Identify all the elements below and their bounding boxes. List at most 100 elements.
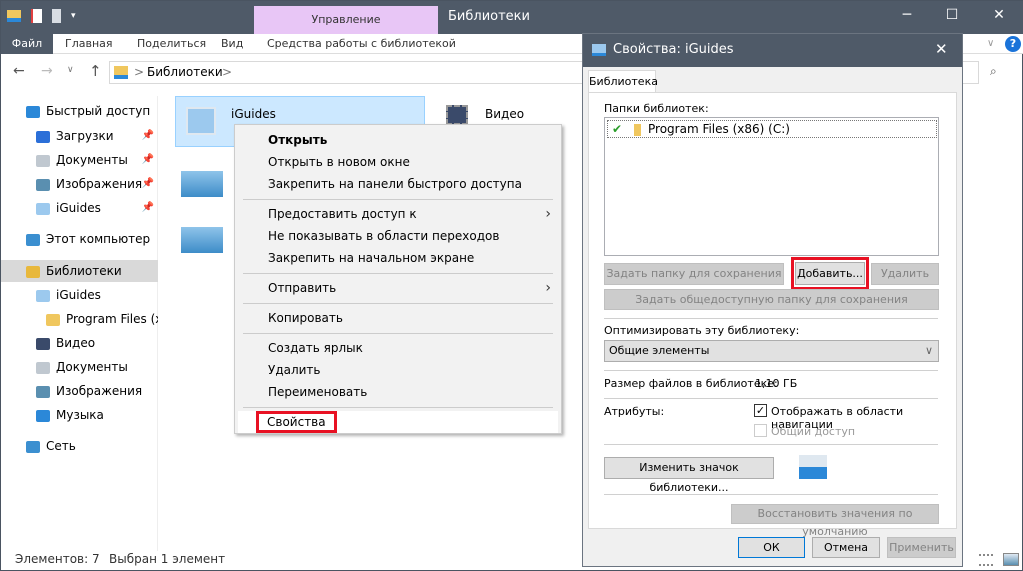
video-library-icon[interactable] <box>446 105 468 125</box>
nav-item[interactable]: Музыка <box>1 404 158 426</box>
menu-item[interactable]: Открыть <box>235 129 561 151</box>
size-value: 1,10 ГБ <box>755 377 798 390</box>
computer-icon <box>26 233 40 246</box>
quick-access-toolbar: ▾ <box>7 9 76 23</box>
menu-item[interactable]: Свойства <box>238 411 558 433</box>
nav-item[interactable]: Program Files (x86) <box>1 308 158 330</box>
menu-item[interactable]: Не показывать в области переходов <box>235 225 561 247</box>
up-icon[interactable]: ↑ <box>89 62 102 80</box>
back-icon[interactable]: ← <box>13 63 25 79</box>
large-icons-view-icon[interactable] <box>1003 553 1019 566</box>
tab-library[interactable]: Библиотека <box>588 70 658 93</box>
pin-icon[interactable]: 📌 <box>142 197 154 219</box>
menu-item[interactable]: Переименовать <box>235 381 561 403</box>
tab-share[interactable]: Поделиться <box>137 34 206 54</box>
tab-library-tools[interactable]: Средства работы с библиотекой <box>267 34 456 54</box>
details-view-icon[interactable] <box>979 554 993 566</box>
window-title: Библиотеки <box>448 9 530 24</box>
pin-icon[interactable]: 📌 <box>142 149 154 171</box>
library-icon-preview <box>799 455 827 479</box>
folder-path: Program Files (x86) (C:) <box>648 122 790 136</box>
folder-list-item[interactable]: ✔ Program Files (x86) (C:) <box>607 120 937 138</box>
new-folder-icon[interactable] <box>52 9 61 23</box>
restore-defaults-button[interactable]: Восстановить значения по умолчанию <box>731 504 939 538</box>
dialog-close-button[interactable]: ✕ <box>935 40 948 58</box>
close-button[interactable]: ✕ <box>984 7 1014 23</box>
manage-tab[interactable]: Управление <box>254 6 438 34</box>
nav-item[interactable]: Документы <box>1 356 158 378</box>
content-item-video[interactable]: Видео <box>485 107 524 121</box>
menu-item[interactable]: Создать ярлык <box>235 337 561 359</box>
menu-item[interactable]: Закрепить на панели быстрого доступа <box>235 173 561 195</box>
recent-dropdown-icon[interactable]: ∨ <box>67 65 74 75</box>
set-save-folder-button[interactable]: Задать папку для сохранения <box>604 263 784 285</box>
optimize-label: Оптимизировать эту библиотеку: <box>604 324 800 337</box>
show-in-nav-checkbox[interactable]: ✓ <box>754 404 767 417</box>
nav-item[interactable]: Библиотеки <box>1 260 158 282</box>
forward-icon[interactable]: → <box>41 63 53 79</box>
nav-item-label: Сеть <box>46 439 76 453</box>
minimize-button[interactable]: ─ <box>892 7 922 23</box>
shared-checkbox[interactable] <box>754 424 767 437</box>
properties-dialog: Свойства: iGuides ✕ Библиотека Папки биб… <box>582 33 963 567</box>
menu-item[interactable]: Копировать <box>235 307 561 329</box>
add-folder-button[interactable]: Добавить... <box>795 262 865 285</box>
menu-item-label: Открыть в новом окне <box>268 155 410 169</box>
tab-view[interactable]: Вид <box>221 34 243 54</box>
optimize-select[interactable]: Общие элементы ∨ <box>604 340 939 362</box>
ribbon-expand-icon[interactable]: ∨ <box>987 38 994 49</box>
menu-item[interactable]: Удалить <box>235 359 561 381</box>
tab-file[interactable]: Файл <box>1 34 53 54</box>
menu-item-label: Удалить <box>268 363 321 377</box>
breadcrumb-libraries[interactable]: Библиотеки <box>147 65 223 79</box>
menu-item[interactable]: Отправить › <box>235 277 561 299</box>
nav-item[interactable]: Этот компьютер <box>1 228 158 250</box>
tab-home[interactable]: Главная <box>65 34 113 54</box>
pin-icon[interactable]: 📌 <box>142 173 154 195</box>
cancel-button[interactable]: Отмена <box>812 537 880 558</box>
apply-button[interactable]: Применить <box>887 537 956 558</box>
change-icon-button[interactable]: Изменить значок библиотеки... <box>604 457 774 494</box>
remove-folder-button[interactable]: Удалить <box>871 263 939 285</box>
nav-item-label: Документы <box>56 153 128 167</box>
library-icon[interactable] <box>181 227 223 253</box>
help-icon[interactable]: ? <box>1005 36 1021 52</box>
menu-item[interactable]: Предоставить доступ к › <box>235 203 561 225</box>
search-icon[interactable]: ⌕ <box>990 64 997 79</box>
video-icon <box>36 337 50 350</box>
menu-item-label: Закрепить на панели быстрого доступа <box>268 177 522 191</box>
nav-item[interactable]: Документы 📌 <box>1 149 158 171</box>
ok-button[interactable]: ОК <box>738 537 805 558</box>
nav-item[interactable]: Изображения 📌 <box>1 173 158 195</box>
nav-item-label: Program Files (x86) <box>66 312 158 326</box>
folders-list[interactable]: ✔ Program Files (x86) (C:) <box>604 117 939 256</box>
menu-item-label: Создать ярлык <box>268 341 363 355</box>
folder-icon <box>7 10 21 22</box>
nav-item-label: Музыка <box>56 408 104 422</box>
menu-item-label: Копировать <box>268 311 343 325</box>
menu-item-label: Не показывать в области переходов <box>268 229 500 243</box>
nav-item[interactable]: iGuides <box>1 284 158 306</box>
breadcrumb-separator[interactable]: > <box>222 65 232 79</box>
menu-item-label: Открыть <box>268 133 328 147</box>
nav-item[interactable]: Видео <box>1 332 158 354</box>
nav-item[interactable]: Сеть <box>1 435 158 457</box>
menu-item[interactable]: Открыть в новом окне <box>235 151 561 173</box>
set-public-save-folder-button[interactable]: Задать общедоступную папку для сохранени… <box>604 289 939 310</box>
title-bar: ▾ Управление Библиотеки ─ ☐ ✕ <box>1 1 1023 34</box>
status-selected: Выбран 1 элемент <box>109 552 226 566</box>
nav-item[interactable]: Загрузки 📌 <box>1 125 158 147</box>
library-icon[interactable] <box>181 171 223 197</box>
maximize-button[interactable]: ☐ <box>937 7 967 23</box>
nav-item-label: iGuides <box>56 288 101 302</box>
document-icon <box>36 154 50 167</box>
folder-icon <box>46 313 60 326</box>
menu-item[interactable]: Закрепить на начальном экране <box>235 247 561 269</box>
customize-dropdown-icon[interactable]: ▾ <box>71 11 76 21</box>
submenu-arrow-icon: › <box>545 280 551 296</box>
nav-item[interactable]: Быстрый доступ <box>1 100 158 122</box>
nav-item[interactable]: iGuides 📌 <box>1 197 158 219</box>
nav-item[interactable]: Изображения <box>1 380 158 402</box>
properties-icon[interactable] <box>31 9 42 23</box>
pin-icon[interactable]: 📌 <box>142 125 154 147</box>
